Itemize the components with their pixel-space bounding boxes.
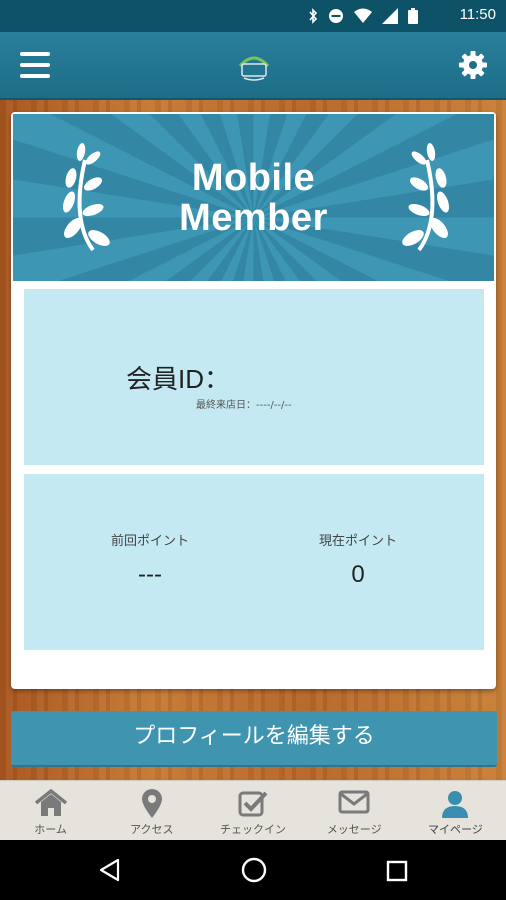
member-card: Mobile Member 会員ID： 最終来店日：----/--/-- 前回ポ… [11, 112, 496, 689]
edit-profile-button[interactable]: プロフィールを編集する [11, 711, 497, 767]
current-points: 現在ポイント 0 [258, 530, 458, 589]
home-circle-icon[interactable] [240, 856, 268, 884]
tab-mypage[interactable]: マイページ [405, 781, 506, 841]
bottom-tab-bar: ホーム アクセス チェックイン メッセージ マイページ [0, 780, 506, 841]
wifi-icon [354, 8, 372, 23]
laurel-right-icon [402, 143, 450, 252]
hamburger-menu-icon[interactable] [20, 52, 50, 78]
gear-icon[interactable] [458, 50, 488, 80]
last-visit-date: 最終来店日：----/--/-- [196, 400, 292, 411]
do-not-disturb-icon [329, 9, 343, 23]
tab-message-label: メッセージ [326, 823, 382, 836]
status-icons [308, 8, 418, 24]
previous-points-value: --- [138, 561, 162, 588]
bluetooth-icon [309, 8, 318, 24]
recent-apps-icon[interactable] [386, 860, 408, 882]
member-id-panel: 会員ID： 最終来店日：----/--/-- [24, 289, 484, 465]
shop-logo-icon [238, 56, 270, 81]
tab-home[interactable]: ホーム [0, 781, 101, 841]
current-points-value: 0 [351, 561, 365, 588]
battery-icon [408, 8, 418, 24]
previous-points: 前回ポイント --- [50, 530, 250, 589]
app-header [0, 32, 506, 100]
points-panel: 前回ポイント --- 現在ポイント 0 [24, 474, 484, 650]
tab-mypage-label: マイページ [428, 823, 483, 836]
back-icon[interactable] [98, 858, 122, 882]
tab-home-label: ホーム [34, 823, 67, 836]
android-navigation-bar [0, 840, 506, 900]
mail-icon [338, 790, 370, 814]
tab-access-label: アクセス [130, 823, 174, 836]
signal-icon [382, 8, 398, 24]
previous-points-label: 前回ポイント [110, 534, 189, 549]
current-points-label: 現在ポイント [318, 534, 397, 549]
status-bar: 11:50 [0, 0, 506, 32]
user-icon [442, 791, 469, 818]
member-id-label: 会員ID： [126, 364, 231, 394]
tab-checkin-label: チェックイン [220, 823, 286, 836]
tab-checkin[interactable]: チェックイン [202, 781, 303, 841]
tab-access[interactable]: アクセス [101, 781, 202, 841]
home-icon [34, 789, 67, 816]
tab-message[interactable]: メッセージ [304, 781, 405, 841]
status-time: 11:50 [459, 6, 496, 23]
map-pin-icon [141, 789, 162, 818]
mobile-member-banner: Mobile Member [13, 114, 494, 281]
checkin-icon [238, 791, 268, 817]
